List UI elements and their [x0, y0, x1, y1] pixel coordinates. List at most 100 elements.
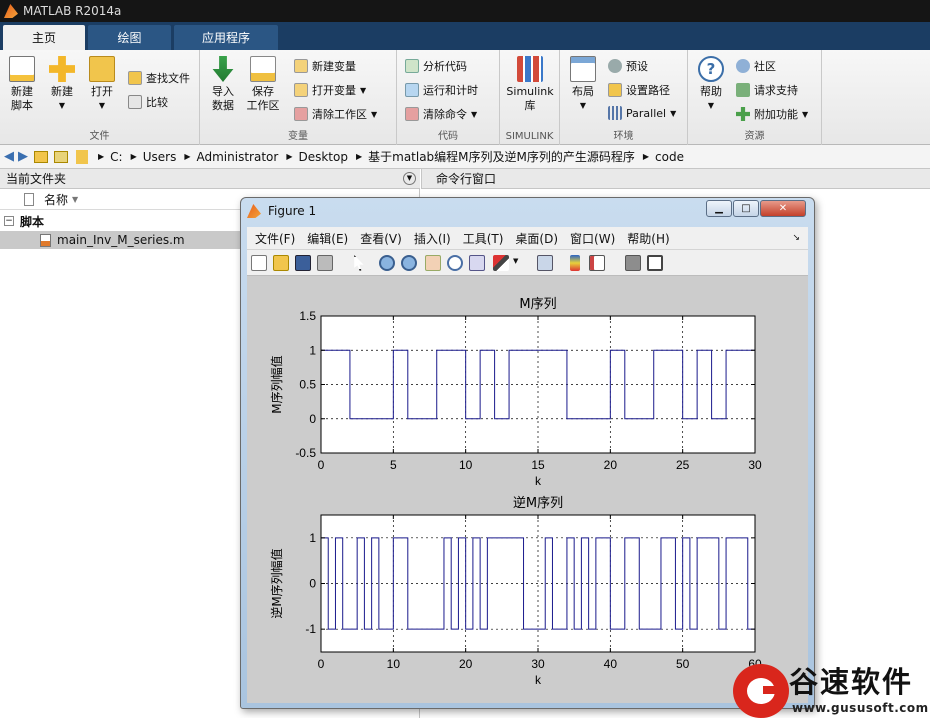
menu-insert[interactable]: 插入(I)	[414, 230, 451, 247]
watermark-url: www.gususoft.com	[792, 701, 929, 715]
figure-window: Figure 1 ▁ □ ✕ 文件(F) 编辑(E) 查看(V) 插入(I) 工…	[240, 197, 815, 709]
dock-arrow-icon[interactable]: ↘	[792, 233, 800, 243]
legend-icon[interactable]	[589, 255, 605, 271]
save-icon[interactable]	[295, 255, 311, 271]
add-ons-button[interactable]: 附加功能 ▼	[736, 106, 808, 122]
new-script-button[interactable]: 新建 脚本	[6, 56, 38, 113]
app-title-bar: MATLAB R2014a	[0, 0, 930, 22]
edit-plot-arrow-icon[interactable]	[354, 255, 364, 271]
menu-desktop[interactable]: 桌面(D)	[515, 230, 558, 247]
tab-plots[interactable]: 绘图	[88, 25, 171, 50]
compare-button[interactable]: 比较	[128, 94, 168, 110]
close-button[interactable]: ✕	[760, 200, 806, 217]
pan-hand-icon[interactable]	[425, 255, 441, 271]
help-button[interactable]: ? 帮助 ▼	[694, 56, 728, 113]
menu-tools[interactable]: 工具(T)	[463, 230, 504, 247]
plus-icon	[49, 56, 75, 82]
analyze-code-button[interactable]: 分析代码	[405, 58, 467, 74]
menu-help[interactable]: 帮助(H)	[627, 230, 669, 247]
y-tick-label: 0.5	[299, 378, 316, 392]
y-tick-label: -0.5	[295, 446, 316, 460]
x-tick-label: 10	[387, 657, 401, 671]
run-and-time-button[interactable]: 运行和计时	[405, 82, 478, 98]
import-data-button[interactable]: 导入 数据	[206, 56, 240, 113]
preferences-button[interactable]: 预设	[608, 58, 648, 74]
menu-file[interactable]: 文件(F)	[255, 230, 295, 247]
colorbar-icon[interactable]	[570, 255, 580, 271]
parallel-icon	[608, 106, 622, 120]
menu-edit[interactable]: 编辑(E)	[307, 230, 348, 247]
plot-area: 0 5 10 15 20 25 30-0.500.511.5M序列kM序列幅值 0 10 20 3…	[269, 297, 762, 687]
open-variable-button[interactable]: 打开变量 ▼	[294, 82, 366, 98]
minimize-button[interactable]: ▁	[706, 200, 732, 217]
panel-menu-icon[interactable]: ▼	[403, 172, 416, 185]
breadcrumb-administrator[interactable]: Administrator	[197, 150, 279, 164]
menu-view[interactable]: 查看(V)	[360, 230, 402, 247]
clear-commands-icon	[405, 107, 419, 121]
data-cursor-icon[interactable]	[469, 255, 485, 271]
group-label-resources: 资源	[744, 131, 765, 142]
save-workspace-icon	[250, 56, 276, 82]
y-axis-label: 逆M序列幅值	[269, 548, 284, 618]
save-workspace-button[interactable]: 保存 工作区	[246, 56, 280, 113]
address-bar: ◀ ▶ ▶ C: ▶ Users ▶ Administrator ▶ Deskt…	[0, 145, 930, 169]
open-button[interactable]: 打开 ▼	[86, 56, 118, 113]
clear-commands-button[interactable]: 清除命令 ▼	[405, 106, 477, 122]
brush-dropdown-icon[interactable]: ▼	[513, 257, 518, 265]
rotate-3d-icon[interactable]	[447, 255, 463, 271]
x-tick-label: 30	[531, 657, 545, 671]
axes-inverse-m-sequence[interactable]: 0102030405060-101逆M序列k逆M序列幅值	[269, 495, 762, 687]
clear-workspace-button[interactable]: 清除工作区 ▼	[294, 106, 377, 122]
community-button[interactable]: 社区	[736, 58, 776, 74]
new-figure-icon[interactable]	[251, 255, 267, 271]
request-support-button[interactable]: 请求支持	[736, 82, 798, 98]
figure-toolbar: ▼	[247, 249, 808, 276]
link-plot-icon[interactable]	[537, 255, 553, 271]
back-icon[interactable]: ◀	[4, 149, 14, 164]
breadcrumb-code[interactable]: code	[655, 150, 684, 164]
new-button[interactable]: 新建 ▼	[46, 56, 78, 113]
maximize-button[interactable]: □	[733, 200, 759, 217]
browse-folder-icon[interactable]	[54, 150, 68, 163]
zoom-in-icon[interactable]	[379, 255, 395, 271]
hide-plot-tools-icon[interactable]	[625, 255, 641, 271]
group-label-environment: 环境	[613, 131, 634, 142]
simulink-library-button[interactable]: Simulink 库	[504, 56, 556, 113]
name-column-header[interactable]: 名称	[44, 191, 68, 208]
watermark-brand: 谷速软件	[789, 665, 914, 699]
set-path-button[interactable]: 设置路径	[608, 82, 670, 98]
simulink-icon	[517, 56, 543, 82]
x-axis-label: k	[535, 474, 542, 488]
open-file-icon[interactable]	[273, 255, 289, 271]
parallel-button[interactable]: Parallel ▼	[608, 106, 676, 120]
find-files-button[interactable]: 查找文件	[128, 70, 190, 86]
tab-apps[interactable]: 应用程序	[174, 25, 278, 50]
up-folder-icon[interactable]	[34, 150, 48, 163]
figure-canvas[interactable]: 0 5 10 15 20 25 30 -0.5 0 0.5 1 1.5 M序列 k M序列幅值 0 10 20 3…	[247, 276, 808, 703]
layout-button[interactable]: 布局 ▼	[566, 56, 600, 113]
group-file: 新建 脚本 新建 ▼ 打开 ▼ 查找文件 比较 文件	[0, 50, 200, 145]
axes-m-sequence[interactable]: 0 5 10 15 20 25 30-0.500.511.5M序列kM序列幅值	[269, 297, 762, 488]
y-tick-label: 1.5	[299, 309, 316, 323]
compare-icon	[128, 95, 142, 109]
tab-home[interactable]: 主页	[3, 25, 85, 50]
print-icon[interactable]	[317, 255, 333, 271]
collapse-icon[interactable]: −	[4, 216, 14, 226]
x-axis-label: k	[535, 673, 542, 687]
file-row-selected[interactable]: main_Inv_M_series.m	[0, 231, 240, 249]
zoom-out-icon[interactable]	[401, 255, 417, 271]
gear-icon	[608, 59, 622, 73]
breadcrumb-desktop[interactable]: Desktop	[298, 150, 348, 164]
breadcrumb-project-folder[interactable]: 基于matlab编程M序列及逆M序列的产生源码程序	[368, 148, 635, 165]
breadcrumb-c[interactable]: C:	[110, 150, 122, 164]
show-plot-tools-icon[interactable]	[647, 255, 663, 271]
new-variable-button[interactable]: 新建变量	[294, 58, 356, 74]
forward-icon[interactable]: ▶	[18, 149, 28, 164]
x-tick-label: 50	[676, 657, 690, 671]
menu-window[interactable]: 窗口(W)	[570, 230, 615, 247]
ribbon-toolstrip: 新建 脚本 新建▼ 打开▼ 查找文件 比较 文件 导入 数据 保存 工作区	[0, 50, 930, 145]
brush-icon[interactable]	[493, 255, 509, 271]
y-tick-label: 1	[309, 531, 316, 545]
breadcrumb-users[interactable]: Users	[143, 150, 177, 164]
x-tick-label: 10	[459, 458, 473, 472]
